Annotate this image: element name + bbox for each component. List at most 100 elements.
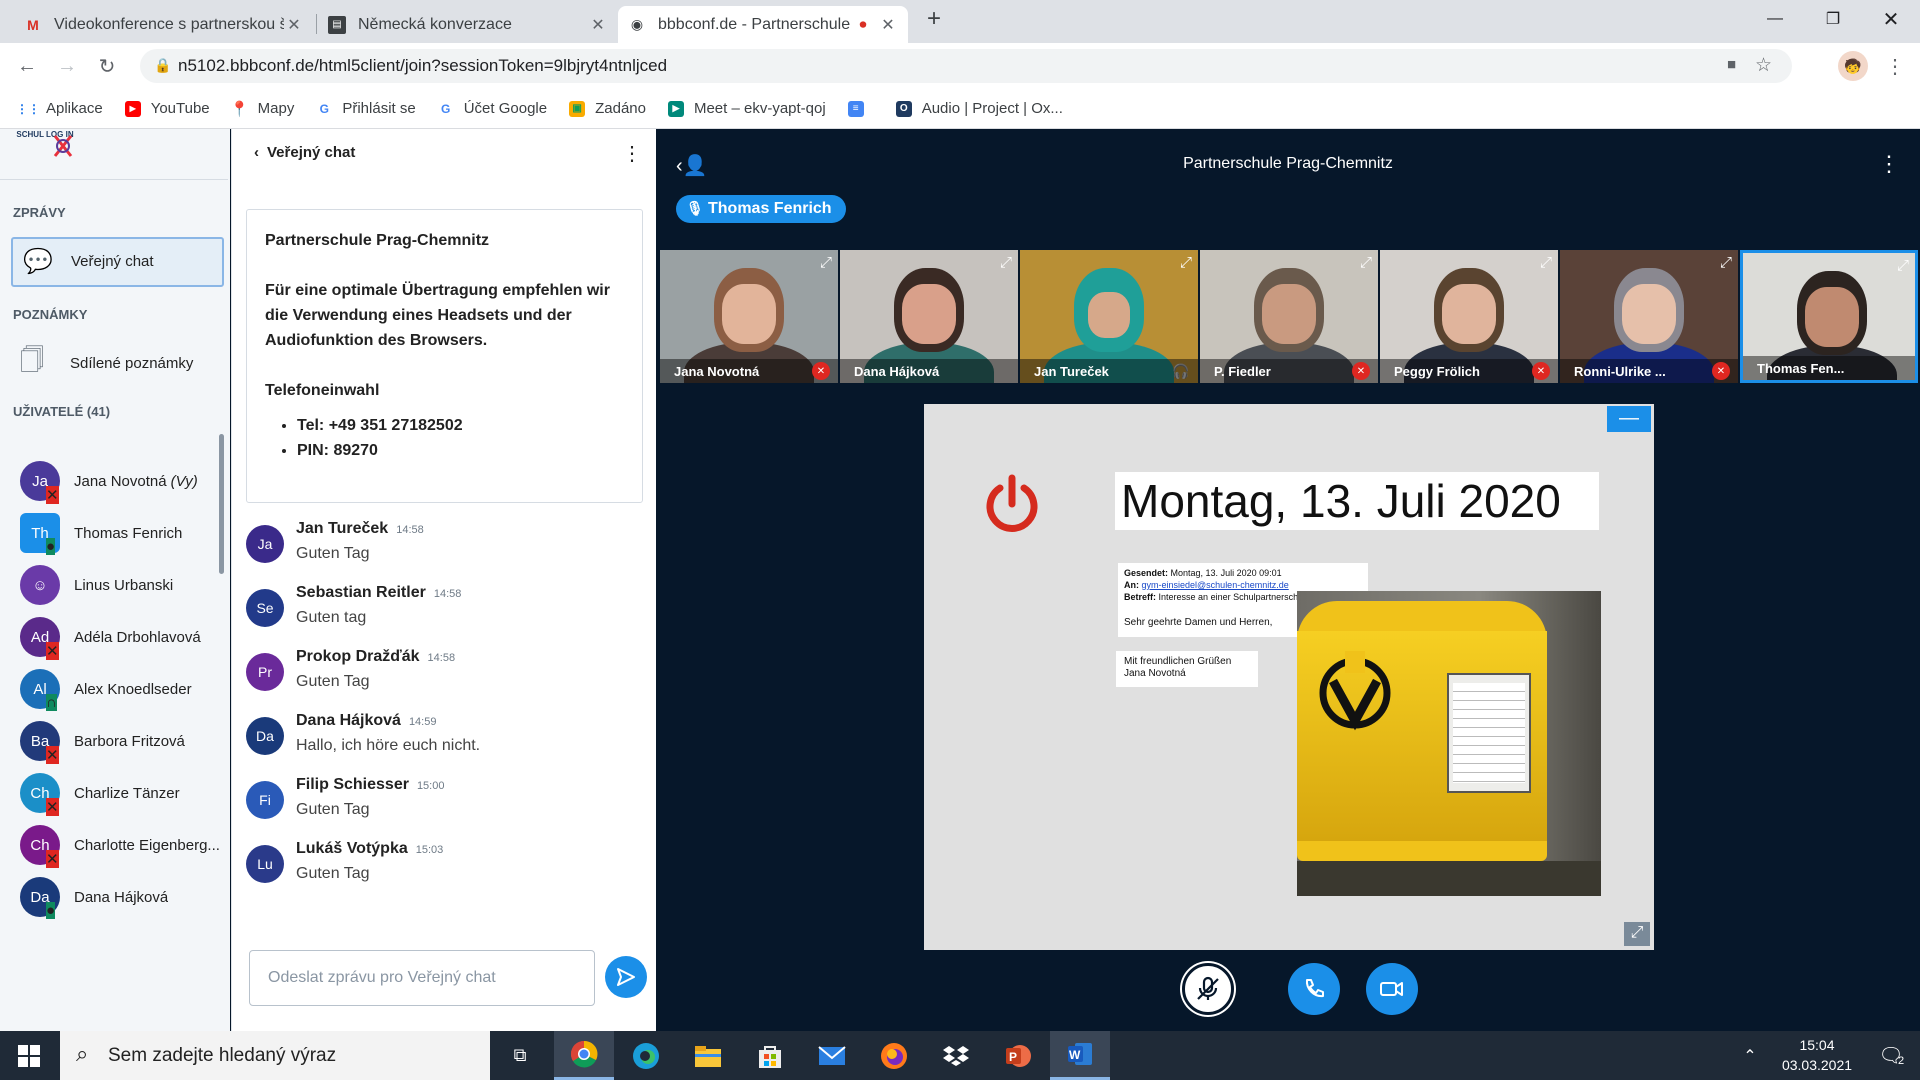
- muted-mic-icon: ✕: [46, 642, 59, 660]
- user-list-item[interactable]: Th ● Thomas Fenrich: [20, 511, 225, 555]
- file-explorer-taskbar-icon[interactable]: [678, 1031, 738, 1080]
- fullscreen-icon[interactable]: ⤢: [1540, 254, 1552, 271]
- minimize-button[interactable]: —: [1746, 0, 1804, 38]
- sender-name: Dana Hájková 14:59: [296, 712, 437, 729]
- fullscreen-icon[interactable]: ⤢: [1360, 254, 1372, 271]
- bookmark-star-icon[interactable]: ☆: [1755, 54, 1772, 77]
- user-list-item[interactable]: Da ● Dana Hájková: [20, 875, 225, 919]
- fullscreen-icon[interactable]: ⤢: [1720, 254, 1732, 271]
- meeting-options-icon[interactable]: ⋮: [1878, 151, 1900, 177]
- webcam-tile[interactable]: ⤢ Thomas Fen...: [1740, 250, 1918, 383]
- youtube-icon: ▶: [124, 100, 141, 117]
- address-bar[interactable]: 🔒 n5102.bbbconf.de/html5client/join?sess…: [140, 49, 1792, 83]
- chrome-taskbar-icon[interactable]: [554, 1031, 614, 1080]
- webcam-tile[interactable]: ⤢ Dana Hájková: [840, 250, 1018, 383]
- fullscreen-presentation-icon[interactable]: ⤢: [1624, 922, 1650, 946]
- camera-in-use-icon[interactable]: ■: [1727, 56, 1736, 73]
- user-list-item[interactable]: Ch ✕ Charlize Tänzer: [20, 771, 225, 816]
- sender-avatar: Ja: [246, 525, 284, 563]
- chat-back-button[interactable]: ‹ Veřejný chat: [254, 144, 355, 161]
- user-name-text: Jana Novotná: [74, 472, 167, 490]
- presentation-area: ‹👤 Partnerschule Prag-Chemnitz ⋮ 🎙 Thoma…: [656, 129, 1920, 1031]
- notification-center-button[interactable]: 🗨 2: [1862, 1031, 1920, 1080]
- user-list-item[interactable]: Ja ✕ Jana Novotná (Vy): [20, 459, 225, 504]
- shared-notes-nav[interactable]: 🗍 Sdílené poznámky: [20, 343, 193, 384]
- mail-taskbar-icon[interactable]: [802, 1031, 862, 1080]
- fullscreen-icon[interactable]: ⤢: [1180, 254, 1192, 271]
- user-list-item[interactable]: Al ∩ Alex Knoedlseder: [20, 667, 225, 711]
- email-closing-box: Mit freundlichen Grüßen Jana Novotná: [1116, 651, 1258, 687]
- fullscreen-icon[interactable]: ⤢: [820, 254, 832, 271]
- fullscreen-icon[interactable]: ⤢: [1897, 257, 1909, 274]
- webcam-tile[interactable]: ⤢ Ronni-Ulrike ... ✕: [1560, 250, 1738, 383]
- public-chat-nav[interactable]: 💬 Veřejný chat: [11, 237, 224, 287]
- taskbar-search-box[interactable]: ⌕ Sem zadejte hledaný výraz: [60, 1031, 490, 1080]
- bookmark-maps[interactable]: 📍 Mapy: [230, 100, 294, 118]
- bookmark-assigned[interactable]: ▣ Zadáno: [569, 100, 646, 117]
- close-tab-icon[interactable]: ✕: [588, 15, 608, 35]
- bookmark-docs[interactable]: ≡: [847, 100, 874, 117]
- webcam-name: Thomas Fen...: [1743, 356, 1915, 380]
- bookmark-sign-in[interactable]: G Přihlásit se: [316, 100, 416, 117]
- powerpoint-taskbar-icon[interactable]: P: [988, 1031, 1048, 1080]
- phone-heading: Telefoneinwahl: [265, 382, 380, 399]
- muted-mic-icon: ✕: [1352, 362, 1370, 380]
- edge-taskbar-icon[interactable]: [616, 1031, 676, 1080]
- message-text: Guten Tag: [296, 673, 370, 690]
- muted-mic-icon: ✕: [46, 486, 59, 504]
- chat-message: Se Sebastian Reitler 14:58 Guten tag: [246, 584, 641, 644]
- user-name: Dana Hájková: [74, 889, 168, 906]
- close-tab-icon[interactable]: ✕: [284, 15, 304, 35]
- close-window-button[interactable]: ✕: [1862, 0, 1920, 38]
- chat-options-icon[interactable]: ⋮: [622, 141, 642, 166]
- close-tab-icon[interactable]: ✕: [878, 15, 898, 35]
- user-list-item[interactable]: ☺ Linus Urbanski: [20, 563, 225, 607]
- browser-tab-classroom[interactable]: ▤ Německá konverzace ✕: [318, 6, 618, 43]
- leave-audio-button[interactable]: [1288, 963, 1340, 1015]
- firefox-taskbar-icon[interactable]: [864, 1031, 924, 1080]
- reload-button[interactable]: ↻: [92, 51, 122, 81]
- webcam-tile[interactable]: ⤢ Jana Novotná ✕: [660, 250, 838, 383]
- sender-name: Lukáš Votýpka 15:03: [296, 840, 444, 857]
- bookmark-meet[interactable]: ▶ Meet – ekv-yapt-qoj: [667, 100, 826, 117]
- bookmark-apps[interactable]: ⋮⋮ Aplikace: [16, 100, 103, 117]
- minimize-presentation-button[interactable]: —: [1607, 406, 1651, 432]
- user-list-item[interactable]: Ad ✕ Adéla Drbohlavová: [20, 615, 225, 660]
- fullscreen-icon[interactable]: ⤢: [1000, 254, 1012, 271]
- bookmark-audio-project[interactable]: O Audio | Project | Ox...: [895, 100, 1063, 117]
- chat-message-input[interactable]: Odeslat zprávu pro Veřejný chat: [249, 950, 595, 1006]
- browser-tab-bbb[interactable]: ◉ bbbconf.de - Partnerschule P ⏺ ✕: [618, 6, 908, 43]
- forward-button[interactable]: →: [52, 51, 82, 81]
- store-taskbar-icon[interactable]: [740, 1031, 800, 1080]
- chat-message: Pr Prokop Dražďák 14:58 Guten Tag: [246, 648, 641, 708]
- bookmark-google-account[interactable]: G Účet Google: [438, 100, 547, 117]
- back-button[interactable]: ←: [12, 51, 42, 81]
- chevron-up-icon[interactable]: ⌃: [1730, 1031, 1770, 1080]
- talking-indicator[interactable]: 🎙 Thomas Fenrich: [676, 195, 846, 223]
- sender-avatar: Fi: [246, 781, 284, 819]
- message-text: Guten Tag: [296, 545, 370, 562]
- webcam-tile[interactable]: ⤢ P. Fiedler ✕: [1200, 250, 1378, 383]
- send-message-button[interactable]: [605, 956, 647, 998]
- windows-start-button[interactable]: [0, 1031, 58, 1080]
- taskbar-clock[interactable]: 15:04 03.03.2021: [1772, 1035, 1862, 1075]
- bookmark-youtube[interactable]: ▶ YouTube: [124, 100, 210, 117]
- word-taskbar-icon[interactable]: W: [1050, 1031, 1110, 1080]
- user-list-item[interactable]: Ba ✕ Barbora Fritzová: [20, 719, 225, 764]
- webcam-tile[interactable]: ⤢ Jan Tureček 🎧: [1020, 250, 1198, 383]
- profile-avatar[interactable]: 🧒: [1838, 51, 1868, 81]
- classroom-icon: ▤: [328, 15, 346, 34]
- task-view-icon[interactable]: ⧉: [490, 1031, 550, 1080]
- webcam-tile[interactable]: ⤢ Peggy Frölich ✕: [1380, 250, 1558, 383]
- mute-button[interactable]: [1182, 963, 1234, 1015]
- chat-bubble-icon: 💬: [23, 248, 53, 275]
- user-name: Alex Knoedlseder: [74, 681, 192, 698]
- browser-tab-gmail[interactable]: M Videokonference s partnerskou š ✕: [14, 6, 314, 43]
- dropbox-taskbar-icon[interactable]: [926, 1031, 986, 1080]
- new-tab-button[interactable]: +: [906, 0, 962, 38]
- maximize-button[interactable]: ❐: [1804, 0, 1862, 38]
- user-list-item[interactable]: Ch ✕ Charlotte Eigenberg...: [20, 823, 225, 868]
- share-webcam-button[interactable]: [1366, 963, 1418, 1015]
- sender-avatar: Pr: [246, 653, 284, 691]
- chrome-menu-icon[interactable]: ⋮: [1880, 51, 1910, 81]
